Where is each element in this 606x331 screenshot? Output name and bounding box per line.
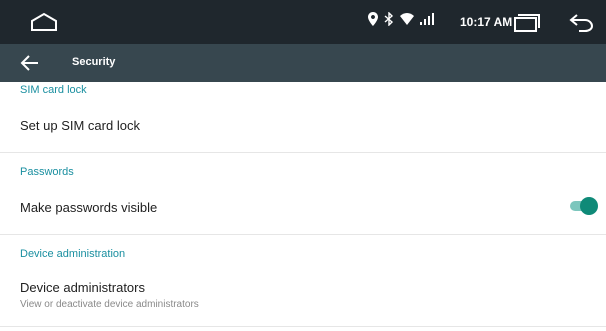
location-icon <box>368 12 378 26</box>
settings-list: SIM card lock Set up SIM card lock Passw… <box>0 82 606 331</box>
home-icon[interactable] <box>30 12 58 32</box>
status-icons <box>368 12 434 26</box>
list-item-set-up-sim-card-lock[interactable]: Set up SIM card lock <box>0 104 606 144</box>
status-bar: 10:17 AM <box>0 0 606 44</box>
app-bar: Security <box>0 44 606 82</box>
back-nav-icon[interactable] <box>568 12 594 32</box>
recents-icon[interactable] <box>514 14 540 32</box>
passwords-visible-toggle[interactable] <box>568 196 598 216</box>
item-subtitle: View or deactivate device administrators <box>20 299 199 310</box>
bluetooth-icon <box>384 12 394 26</box>
item-title: Set up SIM card lock <box>20 118 140 133</box>
divider <box>0 152 606 153</box>
section-header-sim-card-lock: SIM card lock <box>20 84 87 96</box>
section-header-passwords: Passwords <box>20 166 74 178</box>
status-time: 10:17 AM <box>460 15 513 29</box>
item-title: Make passwords visible <box>20 200 158 215</box>
signal-icon <box>420 13 434 25</box>
arrow-back-icon[interactable] <box>20 53 40 73</box>
wifi-icon <box>400 13 414 25</box>
page-title: Security <box>72 56 116 68</box>
toggle-thumb <box>580 197 598 215</box>
divider <box>0 326 606 327</box>
list-item-device-administrators[interactable]: Device administrators View or deactivate… <box>0 270 606 316</box>
divider <box>0 234 606 235</box>
item-title: Device administrators <box>20 280 145 295</box>
list-item-make-passwords-visible[interactable]: Make passwords visible <box>0 186 606 226</box>
section-header-device-administration: Device administration <box>20 248 126 260</box>
